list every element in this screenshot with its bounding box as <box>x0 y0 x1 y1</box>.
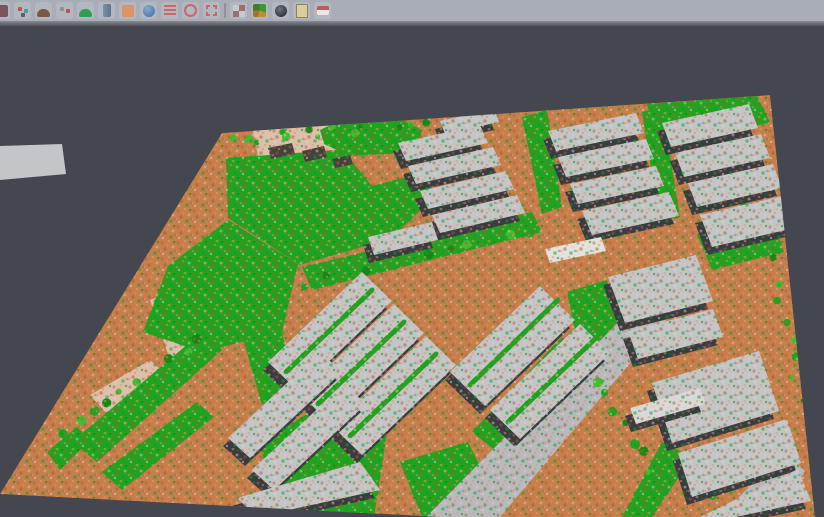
column-bar-icon[interactable] <box>98 2 115 19</box>
zoom-extents-icon[interactable] <box>203 2 220 19</box>
greenhouse-strip <box>0 144 66 180</box>
toolbar-separator <box>224 3 226 18</box>
mesh-mound-icon[interactable] <box>35 2 52 19</box>
application-window <box>0 0 824 517</box>
navigation-sphere-icon[interactable] <box>140 2 157 19</box>
stack-lines-icon[interactable] <box>161 2 178 19</box>
ortho-square-icon[interactable] <box>119 2 136 19</box>
circle-selection-icon[interactable] <box>182 2 199 19</box>
3d-viewport[interactable] <box>0 26 824 517</box>
terrain-mesh <box>0 26 824 517</box>
main-toolbar <box>0 0 824 21</box>
checker-transparency-icon[interactable] <box>230 2 247 19</box>
camera-capture-icon[interactable] <box>314 2 331 19</box>
globe-icon[interactable] <box>272 2 289 19</box>
pick-points-icon[interactable] <box>14 2 31 19</box>
clipped-edge-icon[interactable] <box>0 2 10 19</box>
classified-point-cloud-scene[interactable] <box>0 26 824 517</box>
point-noise-overlay <box>0 26 824 517</box>
classification-mosaic-icon[interactable] <box>251 2 268 19</box>
classify-points-icon[interactable] <box>56 2 73 19</box>
refresh-doc-icon[interactable] <box>293 2 310 19</box>
dem-mound-icon[interactable] <box>77 2 94 19</box>
